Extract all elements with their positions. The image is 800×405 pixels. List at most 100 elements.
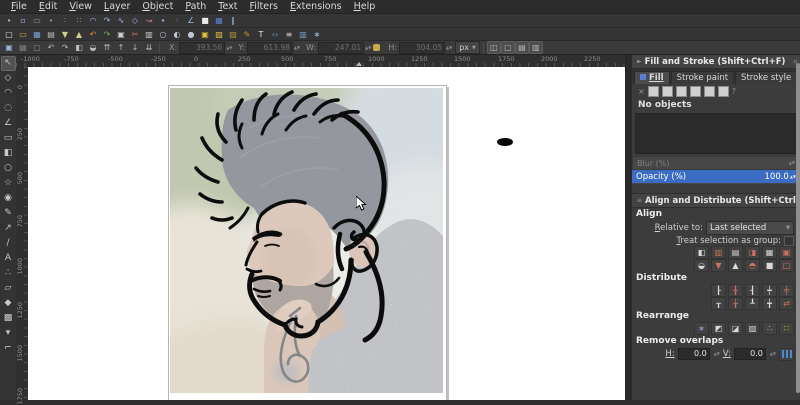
no-paint-icon[interactable]: ×: [638, 87, 645, 96]
exchange-clockwise-icon[interactable]: ▨: [745, 322, 760, 335]
radial-gradient-icon[interactable]: [675, 85, 687, 97]
dock-separator[interactable]: [632, 183, 800, 194]
relative-to-dropdown[interactable]: Last selected ▼: [706, 220, 794, 235]
align-top-to-bottom-edge-icon[interactable]: ■: [762, 259, 777, 272]
canvas[interactable]: [28, 67, 625, 400]
remove-overlaps-button[interactable]: [779, 347, 794, 361]
import-icon[interactable]: ▼: [59, 29, 71, 40]
snap-midpoints-icon[interactable]: ∙: [157, 15, 169, 26]
distribute-text-anchors-h-icon[interactable]: ╪: [779, 284, 794, 297]
affect-gradient-icon[interactable]: ▤: [514, 41, 529, 54]
fill-stroke-dialog-header[interactable]: ► Fill and Stroke (Shift+Ctrl+F) ▫ ▪: [632, 55, 800, 69]
select-all-icon[interactable]: ▣: [3, 42, 15, 53]
unit-dropdown[interactable]: px ▼: [455, 41, 480, 54]
blur-spinner[interactable]: ▲▼: [789, 161, 795, 165]
mesh-icon[interactable]: [717, 85, 729, 97]
traced-portrait-artwork[interactable]: [170, 88, 443, 393]
enable-snapping-icon[interactable]: ∙: [3, 15, 15, 26]
export-icon[interactable]: ▲: [73, 29, 85, 40]
lower-icon[interactable]: ↓: [129, 42, 141, 53]
distribute-bottom-edges-icon[interactable]: ┸: [745, 297, 760, 310]
x-spinner[interactable]: ▲▼: [226, 45, 232, 50]
menu-path[interactable]: Path: [179, 0, 212, 14]
open-document-icon[interactable]: ▭: [17, 29, 29, 40]
snap-bounding-box-icon[interactable]: ▫: [17, 15, 29, 26]
snap-path-intersections-icon[interactable]: ∿: [115, 15, 127, 26]
align-text-anchor-icon[interactable]: ▣: [779, 246, 794, 259]
rotate-ccw-icon[interactable]: ↶: [45, 42, 57, 53]
exchange-stacking-order-icon[interactable]: ◪: [728, 322, 743, 335]
blur-slider-row[interactable]: Blur (%) ▲▼: [632, 156, 800, 170]
h-gap-field[interactable]: 0.0: [677, 348, 710, 360]
unknown-paint-icon[interactable]: ?: [732, 87, 736, 96]
flip-horizontal-icon[interactable]: ◧: [73, 42, 85, 53]
lock-ratio-icon[interactable]: [373, 44, 381, 51]
tool-tweak[interactable]: ◠: [2, 87, 15, 100]
snap-page-border-icon[interactable]: ■: [199, 15, 211, 26]
v-gap-spinner[interactable]: ▲▼: [770, 352, 776, 356]
exchange-selection-order-icon[interactable]: ◩: [711, 322, 726, 335]
snap-cusp-nodes-icon[interactable]: ◇: [129, 15, 141, 26]
menu-text[interactable]: Text: [212, 0, 243, 14]
tool-spiral[interactable]: ◉: [2, 192, 15, 205]
zoom-page-icon[interactable]: ●: [185, 29, 197, 40]
tool-measure[interactable]: ∠: [2, 117, 15, 130]
select-all-layers-icon[interactable]: ▤: [17, 42, 29, 53]
graph-layout-icon[interactable]: ∗: [694, 322, 709, 335]
tool-paint-bucket[interactable]: ◆: [2, 297, 15, 310]
affect-stroke-icon[interactable]: ◫: [486, 41, 501, 54]
tab-stroke-paint[interactable]: Stroke paint: [670, 71, 735, 84]
tool-gradient[interactable]: ▩: [2, 312, 15, 325]
snap-object-centers-icon[interactable]: ◦: [171, 15, 183, 26]
tool-selector[interactable]: ↖: [0, 56, 16, 71]
tool-node-editor[interactable]: ◇: [2, 72, 15, 85]
snap-grids-icon[interactable]: ▦: [213, 15, 225, 26]
distribute-centers-v-icon[interactable]: ╁: [728, 297, 743, 310]
drawn-ellipse-object[interactable]: [497, 138, 513, 146]
tool-bezier-pen[interactable]: ↗: [2, 222, 15, 235]
flip-vertical-icon[interactable]: ◒: [87, 42, 99, 53]
zoom-selection-icon[interactable]: ○: [157, 29, 169, 40]
flat-color-icon[interactable]: [647, 85, 659, 97]
linear-gradient-icon[interactable]: [661, 85, 673, 97]
cut-icon[interactable]: ✂: [129, 29, 141, 40]
deselect-icon[interactable]: ▢: [31, 42, 43, 53]
align-bottom-to-top-edge-icon[interactable]: ◒: [694, 259, 709, 272]
redo-icon[interactable]: ↷: [101, 29, 113, 40]
tab-stroke-style[interactable]: Stroke style: [735, 71, 798, 84]
swatch-icon[interactable]: [703, 85, 715, 97]
snap-preferences-icon[interactable]: ∗: [311, 29, 323, 40]
y-spinner[interactable]: ▲▼: [294, 45, 300, 50]
distribute-top-edges-icon[interactable]: ┰: [711, 297, 726, 310]
v-gap-field[interactable]: 0.0: [733, 348, 766, 360]
menu-object[interactable]: Object: [136, 0, 179, 14]
align-bottom-edges-icon[interactable]: ◓: [745, 259, 760, 272]
align-dialog-header[interactable]: ≡ Align and Distribute (Shift+Ctrl+A) ▫ …: [632, 194, 800, 208]
copy-icon[interactable]: ▣: [115, 29, 127, 40]
pattern-icon[interactable]: [689, 85, 701, 97]
align-center-vertical-icon[interactable]: ▤: [728, 246, 743, 259]
randomize-positions-icon[interactable]: ∴: [762, 322, 777, 335]
zoom-drawing-icon[interactable]: ◐: [171, 29, 183, 40]
paste-icon[interactable]: ▥: [143, 29, 155, 40]
align-right-to-left-edge-icon[interactable]: ◧: [694, 246, 709, 259]
treat-selection-checkbox[interactable]: [784, 235, 794, 246]
tool-text[interactable]: A: [2, 252, 15, 265]
lower-bottom-icon[interactable]: ⇊: [143, 42, 155, 53]
align-center-horizontal-icon[interactable]: ▲: [728, 259, 743, 272]
align-top-edges-icon[interactable]: ▼: [711, 259, 726, 272]
affect-pattern-icon[interactable]: ▥: [528, 41, 543, 54]
w-field[interactable]: 247.01: [318, 41, 365, 54]
snap-bbox-corners-icon[interactable]: ∙: [45, 15, 57, 26]
menu-filters[interactable]: Filters: [243, 0, 284, 14]
align-left-edges-icon[interactable]: ▥: [711, 246, 726, 259]
menu-help[interactable]: Help: [348, 0, 382, 14]
print-icon[interactable]: ▤: [45, 29, 57, 40]
document-properties-icon[interactable]: ▥: [297, 29, 309, 40]
h-field[interactable]: 304.05: [399, 41, 446, 54]
tool-connector[interactable]: ⌐: [2, 342, 15, 355]
opacity-value[interactable]: 100.0: [765, 172, 789, 182]
tool-rectangle[interactable]: ▭: [2, 132, 15, 145]
snap-nodes-icon[interactable]: ◠: [87, 15, 99, 26]
h-spinner[interactable]: ▲▼: [446, 45, 452, 50]
